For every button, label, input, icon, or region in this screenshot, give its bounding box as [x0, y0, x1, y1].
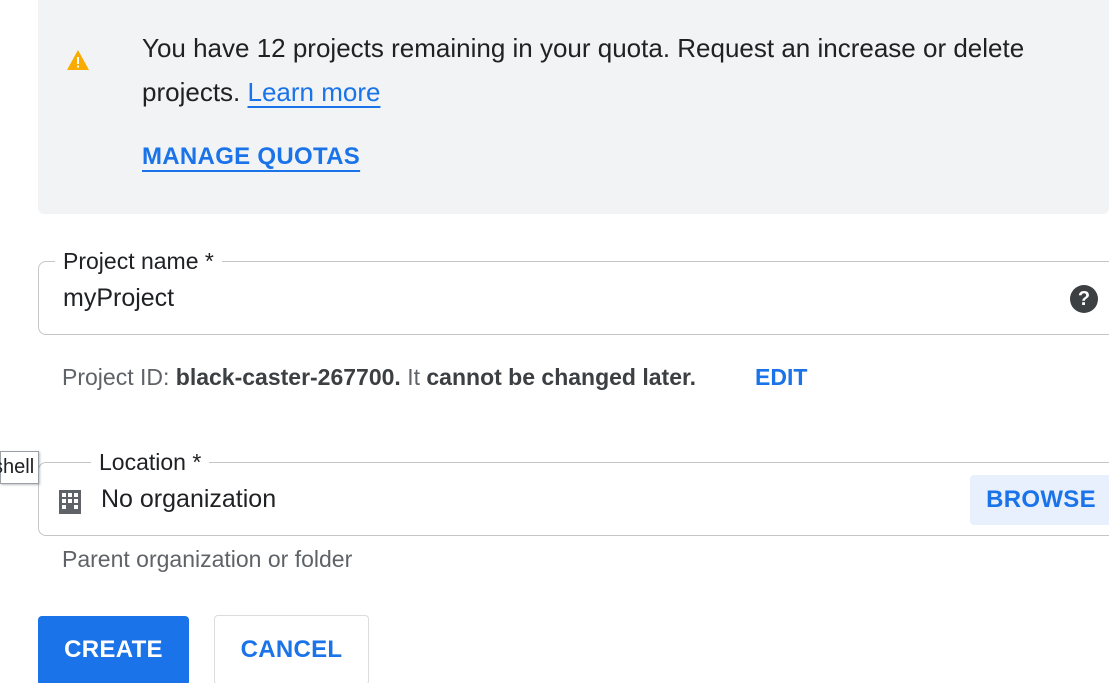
project-id-value: black-caster-267700.	[175, 364, 401, 390]
project-name-label: Project name *	[55, 247, 222, 275]
project-name-field[interactable]: Project name * myProject ?	[38, 247, 1109, 335]
project-id-suffix: cannot be changed later.	[426, 364, 697, 390]
project-name-input[interactable]: myProject	[63, 284, 174, 313]
new-project-form: You have 12 projects remaining in your q…	[0, 0, 1109, 683]
warning-icon	[67, 50, 89, 70]
project-id-mid: It	[407, 364, 420, 390]
organization-icon	[59, 490, 81, 514]
location-value: No organization	[101, 485, 277, 513]
tooltip-text: shell	[0, 456, 35, 478]
edit-project-id-button[interactable]: EDIT	[755, 364, 807, 391]
location-field[interactable]: Location * No organization BROWSE	[38, 448, 1109, 536]
create-button[interactable]: CREATE	[38, 616, 189, 683]
location-label: Location *	[91, 448, 210, 476]
help-circle-icon[interactable]: ?	[1070, 285, 1098, 313]
location-helper-text: Parent organization or folder	[62, 546, 353, 572]
manage-quotas-link[interactable]: MANAGE QUOTAS	[142, 143, 360, 171]
browse-button[interactable]: BROWSE	[970, 475, 1109, 525]
cancel-button[interactable]: CANCEL	[214, 615, 369, 683]
quota-message: You have 12 projects remaining in your q…	[142, 26, 1052, 114]
project-id-prefix: Project ID:	[62, 364, 170, 390]
project-id-text: Project ID: black-caster-267700. It cann…	[62, 364, 696, 391]
tooltip: shell	[0, 451, 40, 484]
learn-more-link[interactable]: Learn more	[248, 77, 381, 107]
